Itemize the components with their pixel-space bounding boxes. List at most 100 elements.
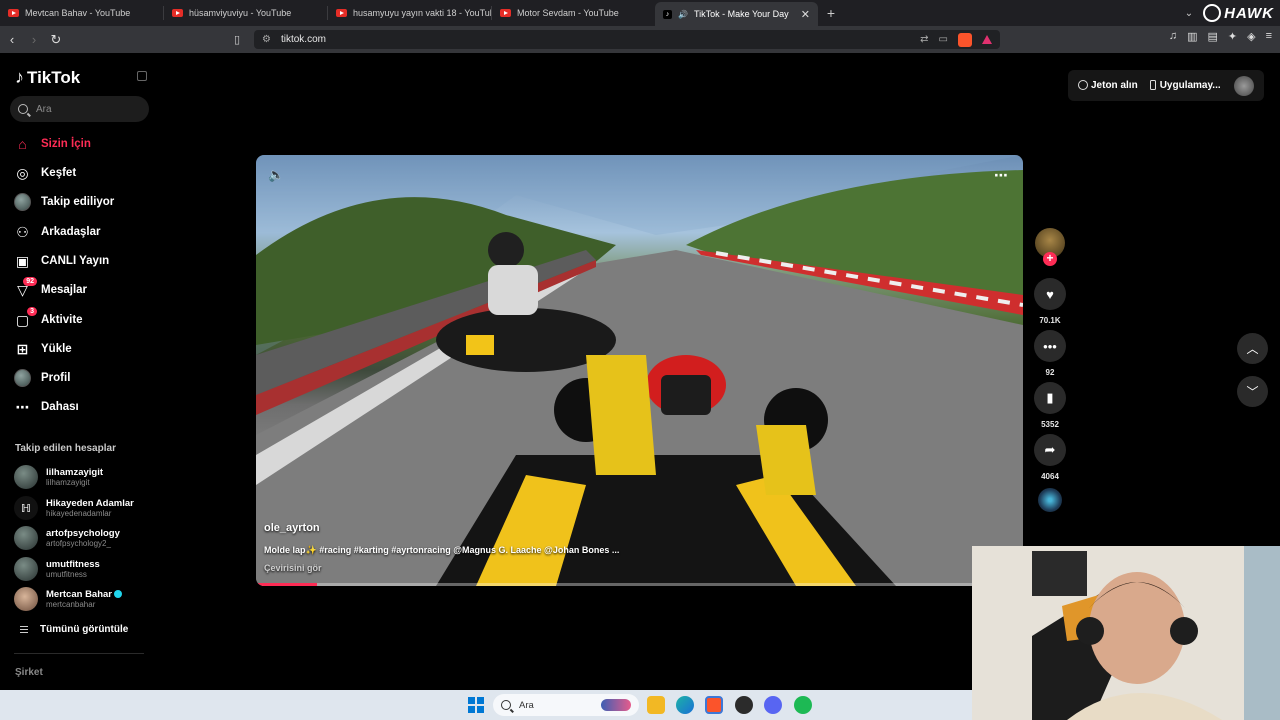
youtube-icon xyxy=(172,9,183,17)
wallet-icon[interactable]: ▤ xyxy=(1207,30,1217,43)
followed-account[interactable]: umutfitness umutfitness xyxy=(14,557,100,581)
search-input[interactable] xyxy=(36,103,136,115)
back-icon[interactable]: ‹ xyxy=(2,30,22,50)
followed-account[interactable]: Mertcan Bahar mertcanbahar xyxy=(14,587,122,611)
file-explorer-icon[interactable] xyxy=(647,696,665,714)
more-options-icon[interactable]: ⋯ xyxy=(994,167,1009,184)
nav-label: Dahası xyxy=(41,401,79,413)
account-name: umutfitness xyxy=(46,559,100,570)
tab-search-chevron-icon[interactable]: ⌄ xyxy=(1185,8,1193,19)
comment-icon[interactable]: ••• xyxy=(1034,330,1066,362)
nav-following[interactable]: Takip ediliyor xyxy=(14,191,114,213)
browser-tab-active[interactable]: ♪ 🔊 TikTok - Make Your Day ✕ xyxy=(655,2,818,26)
volume-icon[interactable]: 🔈 xyxy=(268,167,284,183)
like-action[interactable]: ♥ 70.1K xyxy=(1034,278,1066,325)
get-coins-button[interactable]: Jeton alın xyxy=(1078,80,1138,91)
translate-icon[interactable]: ⇄ xyxy=(920,34,928,45)
account-name: Hikayeden Adamlar xyxy=(46,498,134,509)
header-actions: Jeton alın Uygulamay... xyxy=(1068,70,1264,101)
save-count: 5352 xyxy=(1041,420,1059,429)
messages-badge: 92 xyxy=(23,276,37,286)
see-all-label: Tümünü görüntüle xyxy=(40,624,129,635)
close-tab-icon[interactable]: ✕ xyxy=(801,8,810,21)
reload-icon[interactable]: ↻ xyxy=(46,30,66,50)
save-action[interactable]: ▮ 5352 xyxy=(1034,382,1066,429)
forward-icon[interactable]: › xyxy=(24,30,44,50)
steam-icon[interactable] xyxy=(735,696,753,714)
vpn-icon[interactable]: ◈ xyxy=(1247,30,1255,43)
nav-profile[interactable]: Profil xyxy=(14,367,70,389)
browser-tab[interactable]: husamyuyu yayın vakti 18 - YouTube xyxy=(328,0,491,26)
home-icon: ⌂ xyxy=(18,136,27,152)
search-box[interactable] xyxy=(10,96,149,122)
bookmark-icon[interactable]: ▮ xyxy=(1034,382,1066,414)
nav-more[interactable]: ⋯ Dahası xyxy=(14,396,79,418)
taskbar-search[interactable]: Ara xyxy=(493,694,639,716)
browser-tab[interactable]: Mevtcan Bahav - YouTube xyxy=(0,0,163,26)
spotify-icon[interactable] xyxy=(794,696,812,714)
get-app-button[interactable]: Uygulamay... xyxy=(1149,80,1221,91)
brave-rewards-icon[interactable] xyxy=(982,35,992,44)
nav-label: Takip ediliyor xyxy=(41,196,115,208)
new-tab-button[interactable]: + xyxy=(818,0,844,26)
profile-avatar-icon xyxy=(14,369,31,387)
nav-messages[interactable]: ▽ 92 Mesajlar xyxy=(14,276,87,301)
browser-tab[interactable]: hüsamviyuviyu - YouTube xyxy=(164,0,327,26)
compass-icon: ◎ xyxy=(16,164,29,181)
followed-account[interactable]: ℍ Hikayeden Adamlar hikayedenadamlar xyxy=(14,496,134,520)
avatar xyxy=(14,465,38,489)
nav-live[interactable]: ▣ CANLI Yayın xyxy=(14,250,109,272)
see-translation-link[interactable]: Çevirisini gör xyxy=(264,563,322,573)
discord-icon[interactable] xyxy=(764,696,782,714)
menu-icon[interactable]: ≡ xyxy=(1266,30,1272,43)
next-video-button[interactable]: ﹀ xyxy=(1237,376,1268,407)
heart-icon[interactable]: ♥ xyxy=(1034,278,1066,310)
sidebar-toggle-icon[interactable]: ▥ xyxy=(1187,30,1197,43)
edge-icon[interactable] xyxy=(676,696,694,714)
avatar xyxy=(14,526,38,550)
follow-plus-icon[interactable]: + xyxy=(1043,252,1057,266)
previous-video-button[interactable]: ︿ xyxy=(1237,333,1268,364)
video-player[interactable]: 🔈 ⋯ ole_ayrton Molde lap✨ #racing #karti… xyxy=(256,155,1023,586)
see-all-button[interactable]: Tümünü görüntüle xyxy=(20,624,128,635)
brave-shields-icon[interactable] xyxy=(958,32,972,47)
extensions-icon[interactable]: ✦ xyxy=(1228,30,1237,43)
media-icon[interactable]: ♫ xyxy=(1169,30,1177,43)
nav-activity[interactable]: ▢ 3 Aktivite xyxy=(14,306,83,331)
following-accounts-title: Takip edilen hesaplar xyxy=(15,443,116,454)
browser-tab[interactable]: Motor Sevdam - YouTube xyxy=(492,0,655,26)
browser-tab-bar: Mevtcan Bahav - YouTube hüsamviyuviyu - … xyxy=(0,0,1280,26)
user-avatar[interactable] xyxy=(1234,75,1254,96)
hawk-logo-text: HAWK xyxy=(1224,4,1274,22)
nav-explore[interactable]: ◎ Keşfet xyxy=(14,162,76,184)
tiktok-note-icon: ♪ xyxy=(15,67,24,87)
video-progress-bar[interactable] xyxy=(256,583,1023,586)
friends-icon: ⚇ xyxy=(16,223,29,240)
url-text[interactable]: tiktok.com xyxy=(281,34,326,45)
youtube-icon xyxy=(336,9,347,17)
like-count: 70.1K xyxy=(1039,316,1061,325)
upload-icon: ⊞ xyxy=(16,340,29,357)
brave-taskbar-icon[interactable] xyxy=(705,696,723,714)
cast-icon[interactable]: ▭ xyxy=(939,34,948,45)
comment-action[interactable]: ••• 92 xyxy=(1034,330,1066,377)
tiktok-logo[interactable]: ♪ TikTok xyxy=(15,67,80,88)
share-arrow-icon[interactable]: ➦ xyxy=(1034,434,1066,466)
site-info-icon[interactable]: ⚙ xyxy=(262,34,271,45)
speaker-icon[interactable]: 🔊 xyxy=(678,10,688,19)
nav-for-you[interactable]: ⌂ Sizin İçin xyxy=(14,133,91,155)
activity-badge: 3 xyxy=(27,306,37,316)
video-author[interactable]: ole_ayrton xyxy=(264,522,320,534)
nav-friends[interactable]: ⚇ Arkadaşlar xyxy=(14,221,100,243)
share-action[interactable]: ➦ 4064 xyxy=(1034,434,1066,481)
nav-upload[interactable]: ⊞ Yükle xyxy=(14,338,72,360)
windows-start-icon[interactable] xyxy=(468,697,484,713)
music-disc-icon[interactable] xyxy=(1038,488,1062,512)
address-bar[interactable]: ▯ ⚙ tiktok.com ⇄ ▭ xyxy=(234,30,1000,49)
company-link[interactable]: Şirket xyxy=(15,667,43,678)
collapse-sidebar-icon[interactable] xyxy=(137,71,147,81)
followed-account[interactable]: lilhamzayigit lilhamzayigit xyxy=(14,465,103,489)
youtube-icon xyxy=(500,9,511,17)
bookmark-icon[interactable]: ▯ xyxy=(234,33,240,46)
followed-account[interactable]: artofpsychology artofpsychology2_ xyxy=(14,526,120,550)
